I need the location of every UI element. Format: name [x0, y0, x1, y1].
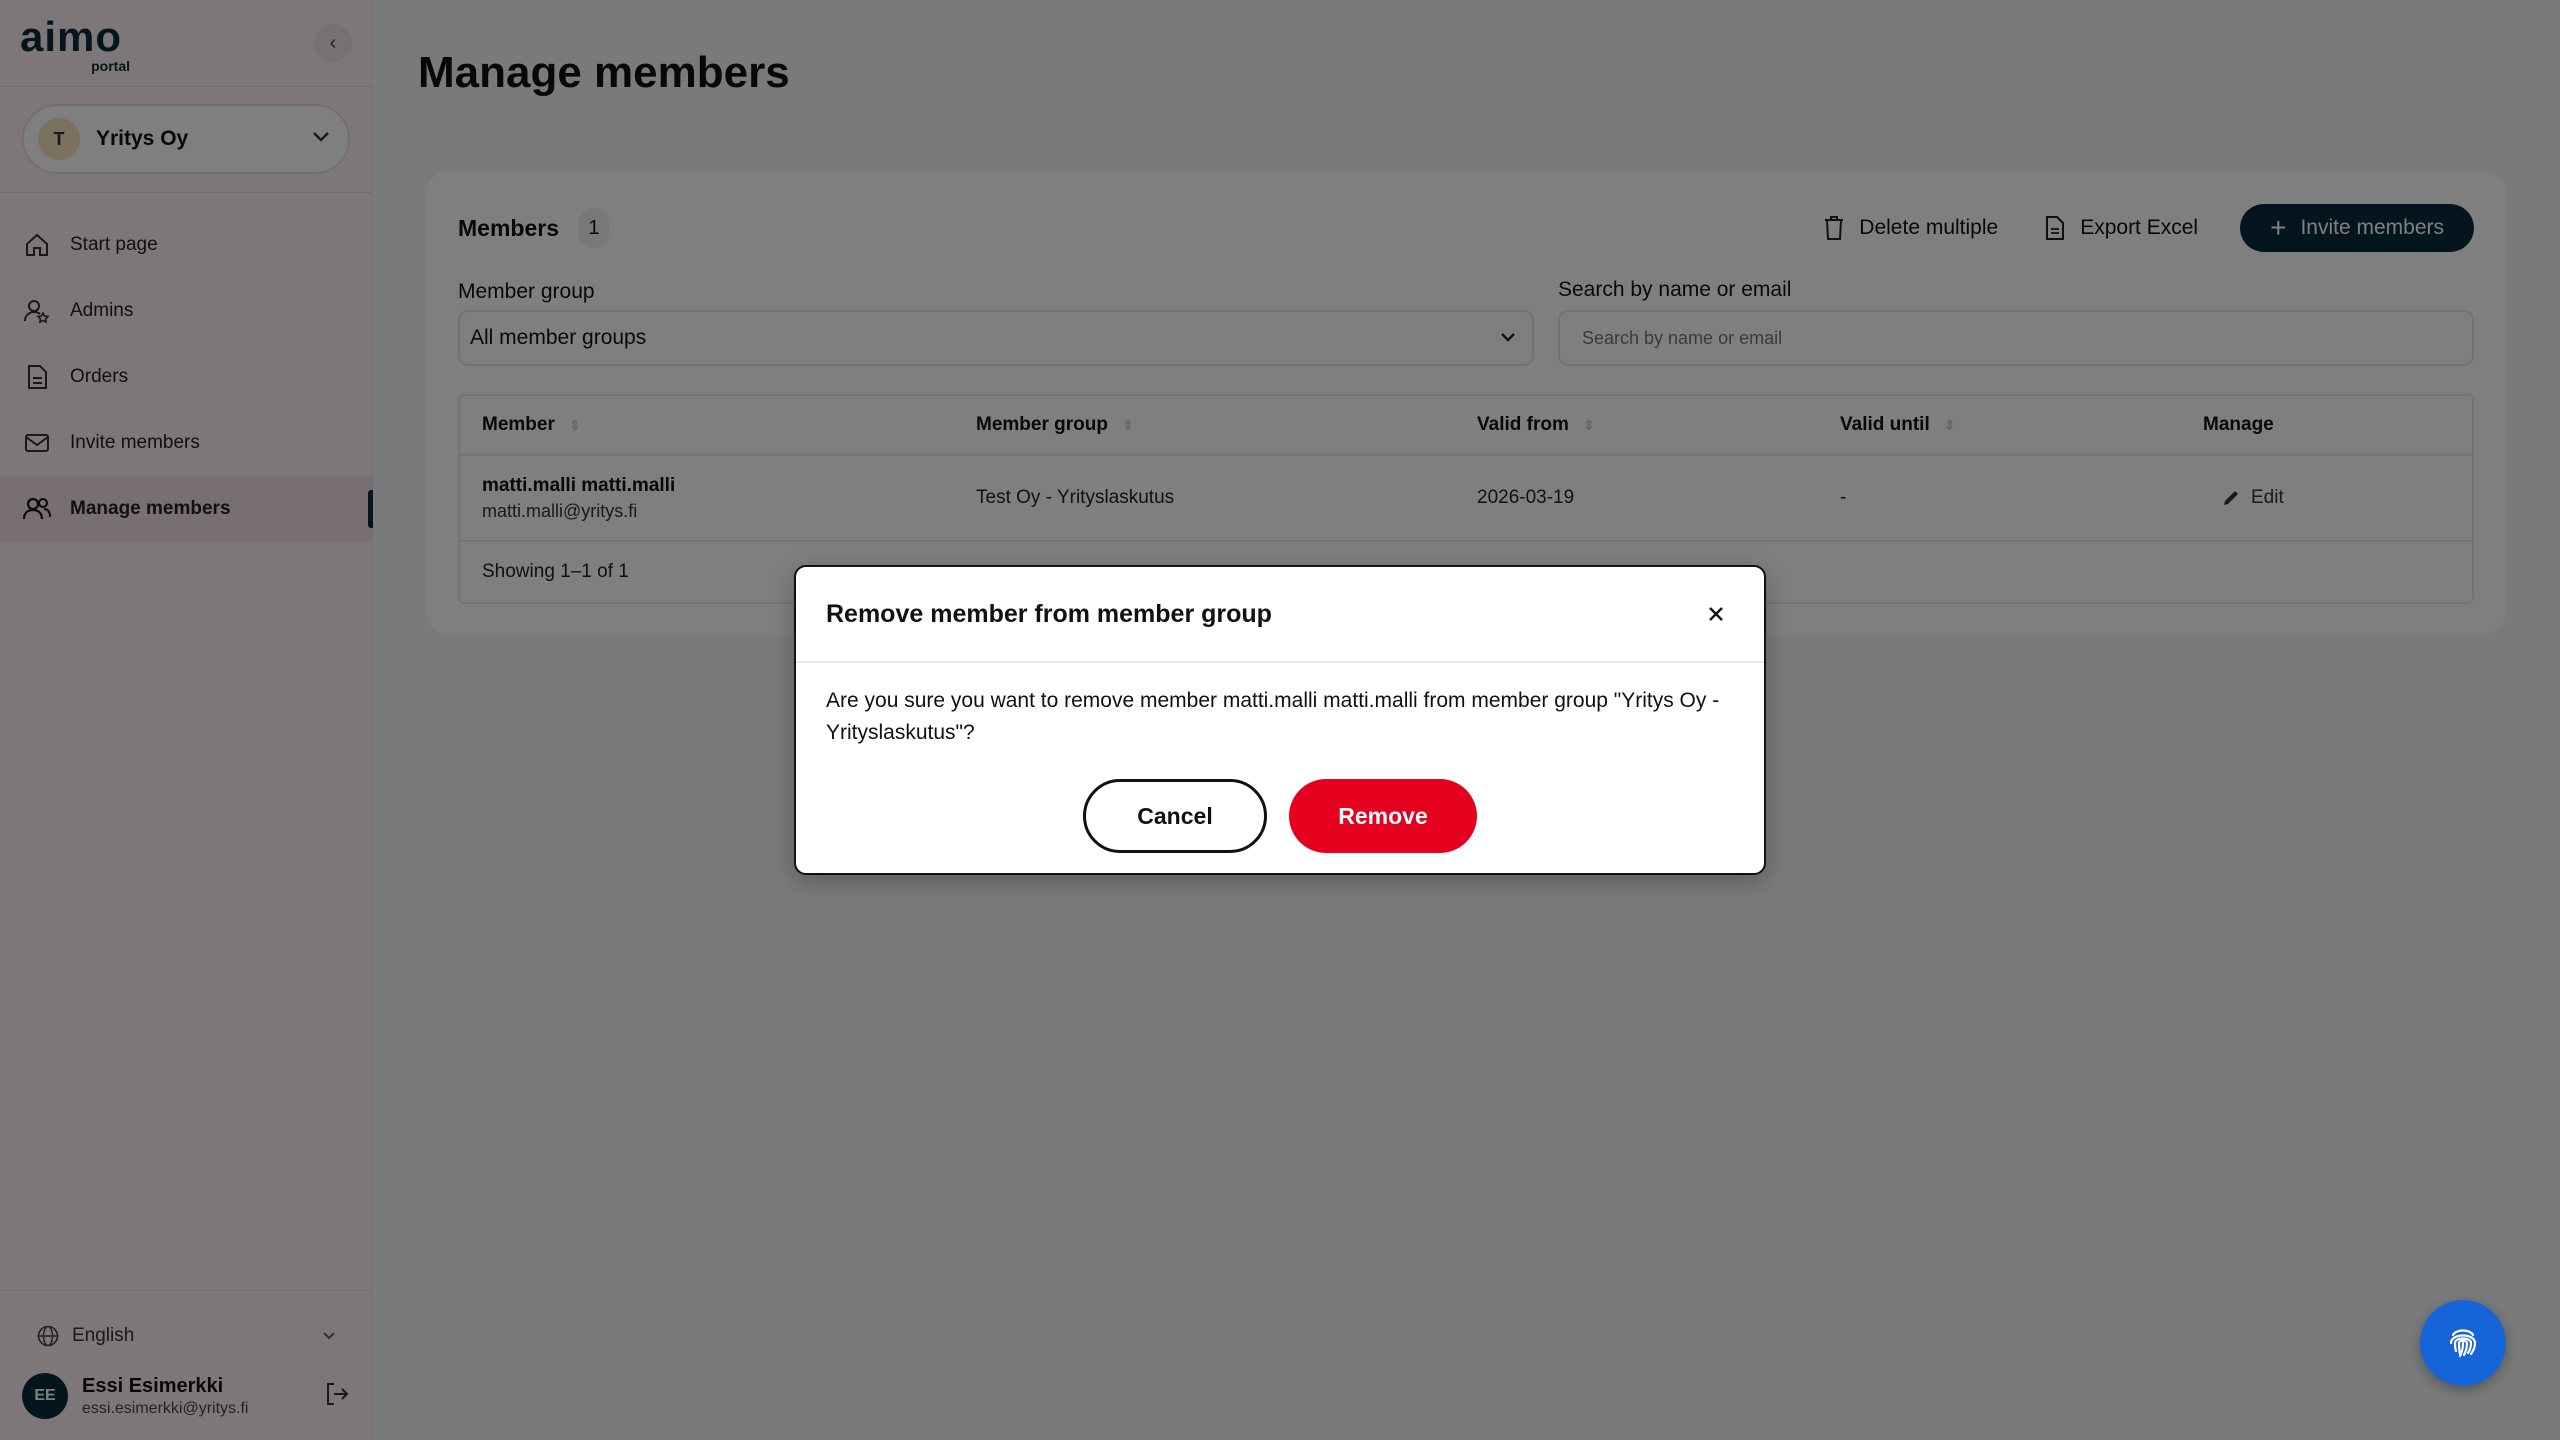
fingerprint-button[interactable] [2420, 1300, 2506, 1386]
remove-button[interactable]: Remove [1289, 779, 1477, 853]
remove-member-dialog: Remove member from member group Are you … [794, 565, 1766, 875]
dialog-message: Are you sure you want to remove member m… [826, 689, 1720, 744]
dialog-title: Remove member from member group [826, 599, 1272, 628]
cancel-button[interactable]: Cancel [1083, 779, 1267, 853]
fingerprint-icon [2443, 1321, 2483, 1366]
close-dialog-button[interactable] [1698, 596, 1734, 632]
close-icon [1709, 607, 1723, 621]
